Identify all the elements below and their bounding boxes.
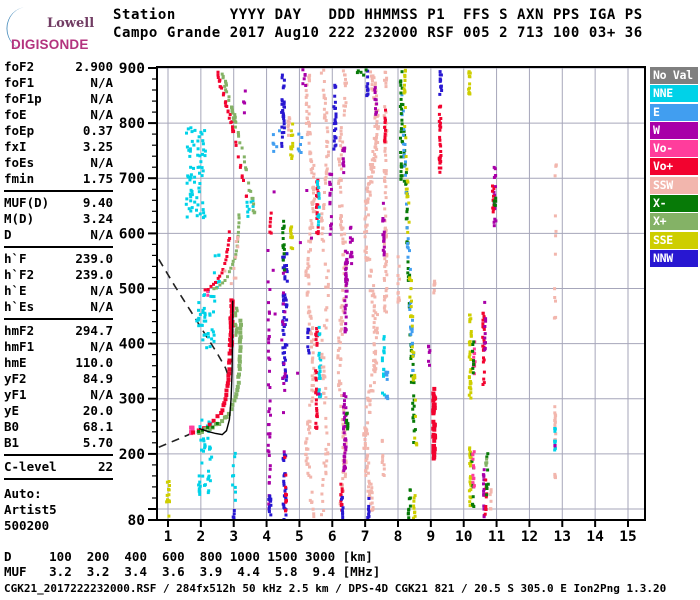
legend-item-nne: NNE xyxy=(650,85,698,103)
svg-text:800: 800 xyxy=(119,116,145,132)
legend-item-noval: No Val xyxy=(650,67,698,84)
grid-lines xyxy=(157,67,645,520)
svg-text:500: 500 xyxy=(119,282,145,298)
svg-text:400: 400 xyxy=(119,337,145,353)
svg-text:3: 3 xyxy=(229,529,238,545)
svg-text:900: 900 xyxy=(119,61,145,77)
legend-item-vo-: Vo- xyxy=(650,140,698,158)
svg-text:4: 4 xyxy=(262,529,271,545)
legend-item-x-: X- xyxy=(650,195,698,213)
svg-text:7: 7 xyxy=(361,529,370,545)
y-axis-ticks xyxy=(148,67,157,521)
digisonde-ionogram-viewer: { "logo": { "line1": "Lowell", "line2": … xyxy=(0,0,700,600)
legend-item-sse: SSE xyxy=(650,231,698,249)
legend-item-ssw: SSW xyxy=(650,176,698,194)
legend-item-vo+: Vo+ xyxy=(650,158,698,176)
svg-text:600: 600 xyxy=(119,226,145,242)
ionogram-plot: 900800700600500400300200801 2 3 4 5 6 7 8 9 10 11 1… xyxy=(119,61,646,545)
svg-text:15: 15 xyxy=(619,529,636,545)
x-axis-labels: 1 2 3 4 5 6 7 8 9 10 11 12 13 14 15 xyxy=(164,529,637,545)
svg-text:8: 8 xyxy=(394,529,403,545)
svg-text:14: 14 xyxy=(586,529,604,545)
footer-status-line: CGK21_2017222232000.RSF / 284fx512h 50 k… xyxy=(4,582,667,595)
svg-text:1: 1 xyxy=(164,529,173,545)
svg-text:700: 700 xyxy=(119,171,145,187)
legend-item-e: E xyxy=(650,103,698,121)
svg-text:11: 11 xyxy=(488,529,506,545)
muf-row: MUF 3.2 3.2 3.4 3.6 3.9 4.4 5.8 9.4 [MHz… xyxy=(4,564,381,579)
svg-text:200: 200 xyxy=(119,447,145,463)
svg-text:5: 5 xyxy=(295,529,304,545)
svg-text:80: 80 xyxy=(128,513,145,529)
dashed-fit-curves xyxy=(158,258,231,448)
legend-item-w: W xyxy=(650,121,698,139)
legend-item-nnw: NNW xyxy=(650,249,698,267)
svg-text:6: 6 xyxy=(328,529,337,545)
plot-frame xyxy=(156,66,646,521)
distance-row: D 100 200 400 600 800 1000 1500 3000 [km… xyxy=(4,549,373,564)
echo-dots xyxy=(165,68,558,521)
svg-text:13: 13 xyxy=(554,529,571,545)
svg-text:2: 2 xyxy=(196,529,205,545)
svg-text:9: 9 xyxy=(426,529,435,545)
y-axis-labels: 900 800 700 600 500 400 300 200 80 xyxy=(119,61,145,529)
legend-item-x+: X+ xyxy=(650,213,698,231)
svg-text:12: 12 xyxy=(521,529,538,545)
velocity-legend: No Val NNE E W Vo- Vo+ SSW X- X+ SSE NNW xyxy=(650,67,698,268)
x-axis-ticks xyxy=(167,520,629,527)
svg-text:300: 300 xyxy=(119,392,145,408)
svg-text:10: 10 xyxy=(455,529,472,545)
